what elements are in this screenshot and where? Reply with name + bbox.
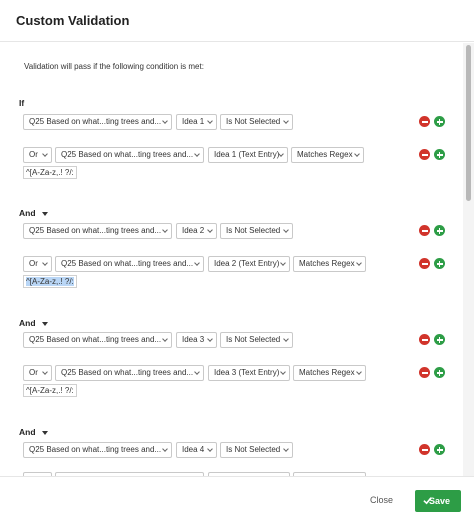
add-condition-icon[interactable]: [434, 116, 445, 127]
close-button[interactable]: Close: [370, 495, 393, 505]
scrollbar[interactable]: [463, 43, 474, 476]
check-icon: [423, 497, 432, 505]
field-select[interactable]: Idea 3 (Text Entry): [208, 365, 290, 381]
conjunction-select[interactable]: Or: [23, 256, 52, 272]
condition-row: Q25 Based on what...ting trees and... Id…: [23, 114, 453, 130]
condition-row: Or Q25 Based on what...ting trees and...…: [23, 147, 453, 179]
group-label-and[interactable]: And: [19, 208, 48, 218]
dialog-header: Custom Validation: [0, 0, 474, 42]
remove-condition-icon[interactable]: [419, 149, 430, 160]
dialog-footer: Close Save: [0, 476, 474, 524]
operator-select[interactable]: Matches Regex: [291, 147, 364, 163]
regex-input[interactable]: ^[A-Za-z,.! ?/:: [23, 275, 77, 288]
scrollbar-thumb[interactable]: [466, 45, 471, 201]
operator-select[interactable]: Is Not Selected: [220, 332, 293, 348]
field-select[interactable]: Idea 2 (Text Entry): [208, 256, 290, 272]
condition-actions: [419, 149, 449, 161]
save-button-label: Save: [429, 496, 451, 506]
add-condition-icon[interactable]: [434, 258, 445, 269]
caret-down-icon: [41, 321, 48, 326]
group-label-if: If: [19, 98, 25, 108]
remove-condition-icon[interactable]: [419, 116, 430, 127]
remove-condition-icon[interactable]: [419, 334, 430, 345]
remove-condition-icon[interactable]: [419, 444, 430, 455]
operator-select[interactable]: Is Not Selected: [220, 442, 293, 458]
question-select[interactable]: Q25 Based on what...ting trees and...: [55, 147, 204, 163]
group-label-and[interactable]: And: [19, 427, 48, 437]
save-button[interactable]: Save: [415, 490, 461, 512]
field-select[interactable]: Idea 4: [176, 442, 217, 458]
condition-actions: [419, 334, 449, 346]
operator-select[interactable]: Matches Regex: [293, 256, 366, 272]
condition-row: Or Q25 Based on what...ting trees and...…: [23, 365, 453, 397]
dialog-body: Validation will pass if the following co…: [0, 43, 474, 476]
question-select[interactable]: Q25 Based on what...ting trees and...: [55, 365, 204, 381]
add-condition-icon[interactable]: [434, 367, 445, 378]
field-select[interactable]: Idea 1 (Text Entry): [208, 147, 288, 163]
question-select[interactable]: Q25 Based on what...ting trees and...: [55, 256, 204, 272]
conjunction-select[interactable]: Or: [23, 365, 52, 381]
regex-input[interactable]: ^[A-Za-z,.! ?/:: [23, 384, 77, 397]
dialog-title: Custom Validation: [16, 13, 130, 28]
question-select[interactable]: Q25 Based on what...ting trees and...: [23, 442, 172, 458]
conjunction-select[interactable]: Or: [23, 147, 52, 163]
condition-actions: [419, 258, 449, 270]
operator-select[interactable]: Matches Regex: [293, 365, 366, 381]
add-condition-icon[interactable]: [434, 334, 445, 345]
condition-actions: [419, 116, 449, 128]
question-select[interactable]: Q25 Based on what...ting trees and...: [23, 114, 172, 130]
remove-condition-icon[interactable]: [419, 367, 430, 378]
question-select[interactable]: Q25 Based on what...ting trees and...: [23, 332, 172, 348]
remove-condition-icon[interactable]: [419, 225, 430, 236]
add-condition-icon[interactable]: [434, 444, 445, 455]
condition-row: Q25 Based on what...ting trees and... Id…: [23, 332, 453, 348]
field-select[interactable]: Idea 1: [176, 114, 217, 130]
group-label-and[interactable]: And: [19, 318, 48, 328]
caret-down-icon: [41, 211, 48, 216]
add-condition-icon[interactable]: [434, 149, 445, 160]
regex-input[interactable]: ^[A-Za-z,.! ?/:: [23, 166, 77, 179]
condition-actions: [419, 367, 449, 379]
operator-select[interactable]: Is Not Selected: [220, 114, 293, 130]
condition-row: Q25 Based on what...ting trees and... Id…: [23, 442, 453, 458]
field-select[interactable]: Idea 3: [176, 332, 217, 348]
caret-down-icon: [41, 430, 48, 435]
operator-select[interactable]: Is Not Selected: [220, 223, 293, 239]
condition-actions: [419, 444, 449, 456]
condition-actions: [419, 225, 449, 237]
remove-condition-icon[interactable]: [419, 258, 430, 269]
condition-row: Or Q25 Based on what...ting trees and...…: [23, 256, 453, 288]
intro-text: Validation will pass if the following co…: [24, 62, 204, 71]
condition-row: Q25 Based on what...ting trees and... Id…: [23, 223, 453, 239]
field-select[interactable]: Idea 2: [176, 223, 217, 239]
add-condition-icon[interactable]: [434, 225, 445, 236]
question-select[interactable]: Q25 Based on what...ting trees and...: [23, 223, 172, 239]
